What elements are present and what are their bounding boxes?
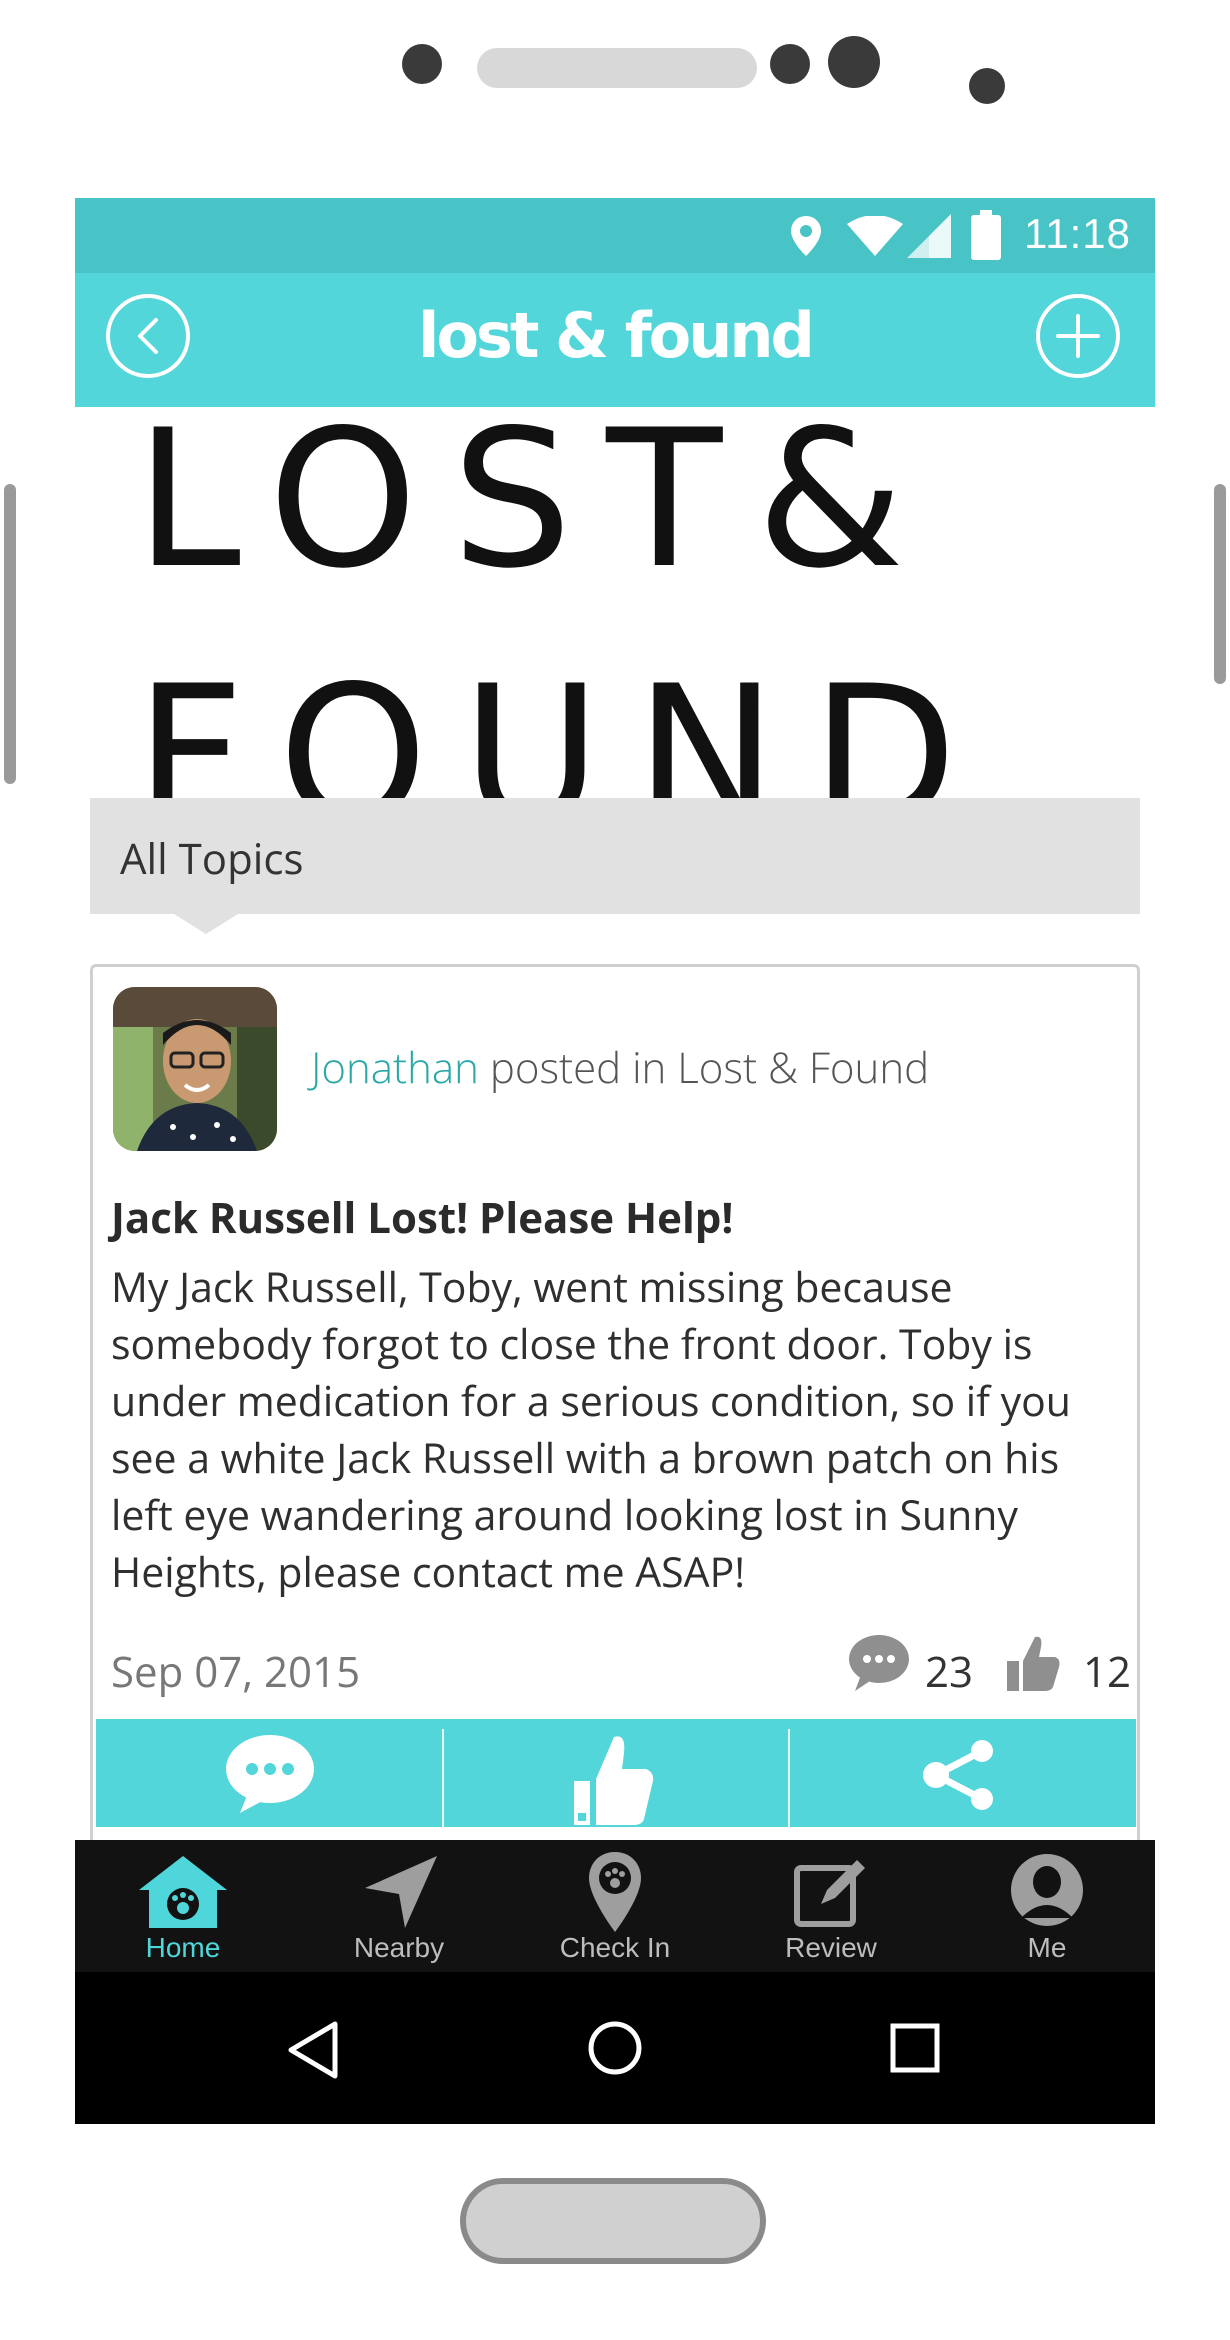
- post-date: Sep 07, 2015: [111, 1643, 361, 1700]
- nav-check-in-label: Check In: [559, 1932, 671, 1963]
- nav-review-label: Review: [785, 1932, 877, 1963]
- thumbs-up-icon: [574, 1736, 654, 1825]
- nav-home-label: Home: [145, 1932, 221, 1963]
- nav-check-in[interactable]: Check In: [507, 1840, 723, 1972]
- volume-button: [4, 484, 16, 784]
- home-paw-icon: [139, 1856, 227, 1928]
- nav-nearby-label: Nearby: [353, 1932, 445, 1963]
- avatar[interactable]: [113, 987, 277, 1151]
- posted-in-text: posted in Lost & Found: [489, 1039, 930, 1096]
- add-post-button[interactable]: [1036, 294, 1120, 378]
- page-title: lost & found: [418, 299, 815, 372]
- navigation-arrow-icon: [365, 1856, 437, 1928]
- thumbs-up-icon: [1007, 1636, 1060, 1691]
- phone-screen: 11:18 lost & found LOST& FOUND All Topic…: [75, 198, 1155, 2124]
- front-camera: [402, 44, 442, 84]
- back-triangle-icon[interactable]: [285, 2020, 341, 2080]
- status-bar: 11:18: [75, 198, 1155, 273]
- comment-icon: [226, 1735, 314, 1813]
- location-icon: [791, 216, 821, 256]
- nav-me-label: Me: [1027, 1932, 1067, 1963]
- recents-square-icon[interactable]: [889, 2022, 941, 2074]
- status-time: 11:18: [1024, 210, 1131, 257]
- system-navigation-bar: [75, 1972, 1155, 2124]
- comment-bubble-icon: [849, 1635, 909, 1691]
- sensor-dot: [770, 44, 810, 84]
- author-name-link[interactable]: Jonathan: [311, 1039, 479, 1096]
- lost-found-banner-image: LOST& FOUND: [75, 407, 1155, 799]
- nav-home[interactable]: Home: [75, 1840, 291, 1972]
- post-action-bar: [96, 1719, 1136, 1827]
- banner-line-1: LOST&: [135, 407, 939, 610]
- user-icon: [1011, 1854, 1083, 1926]
- post-body: My Jack Russell, Toby, went missing beca…: [111, 1259, 1071, 1600]
- topic-filter-dropdown[interactable]: All Topics: [90, 798, 1140, 934]
- nav-me[interactable]: Me: [939, 1840, 1155, 1972]
- share-icon: [923, 1740, 993, 1810]
- like-button[interactable]: [444, 1719, 790, 1827]
- home-circle-icon[interactable]: [587, 2020, 643, 2076]
- comment-button[interactable]: [96, 1719, 442, 1827]
- edit-icon: [794, 1860, 865, 1927]
- app-header: lost & found: [75, 273, 1155, 407]
- nav-nearby[interactable]: Nearby: [291, 1840, 507, 1972]
- like-count-value: 12: [1083, 1643, 1132, 1700]
- post-title: Jack Russell Lost! Please Help!: [111, 1189, 734, 1246]
- signal-icon: [907, 214, 951, 258]
- topic-filter-label: All Topics: [120, 830, 304, 887]
- bottom-navigation: Home Nearby Check In Review Me: [75, 1840, 1155, 1972]
- physical-home-button: [460, 2178, 766, 2264]
- sensor-dot: [969, 68, 1005, 104]
- sensor-dot: [828, 36, 880, 88]
- dropdown-pointer: [174, 914, 238, 934]
- author-photo: [113, 987, 277, 1151]
- power-button: [1214, 484, 1226, 684]
- location-paw-icon: [589, 1852, 641, 1932]
- banner-line-2: FOUND: [135, 645, 992, 799]
- post-header: Jonathan posted in Lost & Found: [311, 1039, 929, 1096]
- comment-count-value: 23: [925, 1643, 974, 1700]
- plus-icon: [1056, 314, 1100, 358]
- battery-icon: [971, 210, 1001, 260]
- earpiece-speaker: [477, 48, 757, 88]
- nav-review[interactable]: Review: [723, 1840, 939, 1972]
- share-button[interactable]: [790, 1719, 1136, 1827]
- wifi-icon: [847, 216, 903, 256]
